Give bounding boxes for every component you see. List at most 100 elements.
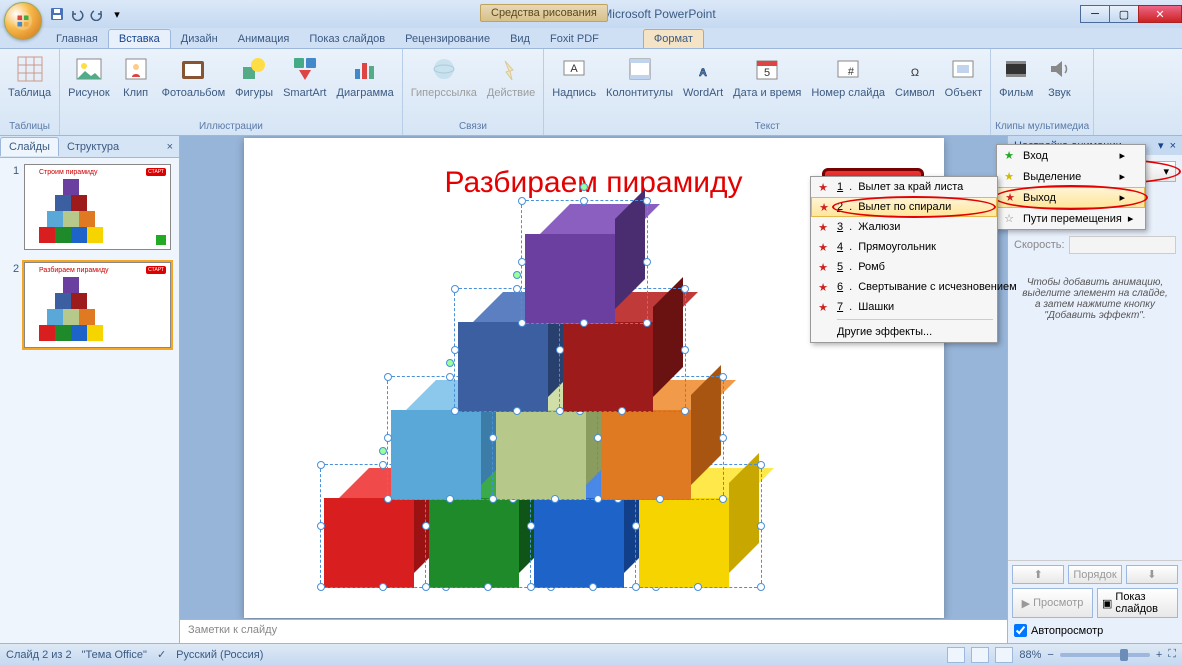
svg-text:Ω: Ω (911, 67, 919, 79)
close-anim-pane-icon[interactable]: × (1170, 140, 1176, 152)
photoalbum-icon (177, 53, 209, 85)
slide-thumbnail-1[interactable]: 1 Строим пирамиду СТАРТ (24, 164, 171, 250)
pyramid-shapes[interactable] (324, 238, 864, 588)
status-bar: Слайд 2 из 2 "Тема Office" ✓ Русский (Ро… (0, 643, 1182, 665)
maximize-button[interactable]: ▢ (1109, 5, 1139, 23)
red-star-icon: ★ (815, 219, 831, 235)
exit-item-7[interactable]: ★7. Шашки (811, 297, 997, 317)
minimize-button[interactable]: ─ (1080, 5, 1110, 23)
ribbon-group-tables: Таблица Таблицы (0, 49, 60, 135)
exit-item-2[interactable]: ★2. Вылет по спирали (811, 197, 997, 217)
movie-button[interactable]: Фильм (995, 51, 1037, 101)
action-button[interactable]: Действие (483, 51, 539, 101)
slideshow-view-button[interactable] (995, 647, 1013, 663)
tab-insert[interactable]: Вставка (108, 29, 171, 48)
spellcheck-icon[interactable]: ✓ (157, 648, 166, 661)
contextual-tab-label: Средства рисования (480, 4, 608, 22)
textbox-button[interactable]: AНадпись (548, 51, 600, 101)
normal-view-button[interactable] (947, 647, 965, 663)
language-label[interactable]: Русский (Россия) (176, 649, 263, 661)
shapes-button[interactable]: Фигуры (231, 51, 277, 101)
zoom-level[interactable]: 88% (1019, 649, 1041, 661)
tab-design[interactable]: Дизайн (171, 30, 228, 48)
theme-label: "Тема Office" (82, 649, 147, 661)
close-pane-icon[interactable]: × (161, 141, 179, 153)
ribbon: Таблица Таблицы Рисунок Клип Фотоальбом … (0, 48, 1182, 136)
sound-button[interactable]: Звук (1039, 51, 1079, 101)
shapes-icon (238, 53, 270, 85)
smartart-button[interactable]: SmartArt (279, 51, 330, 101)
object-icon (947, 53, 979, 85)
zoom-out-button[interactable]: − (1047, 649, 1053, 661)
office-button[interactable] (4, 2, 42, 40)
redo-icon[interactable] (88, 5, 106, 23)
symbol-icon: Ω (899, 53, 931, 85)
headerfooter-button[interactable]: Колонтитулы (602, 51, 677, 101)
tab-review[interactable]: Рецензирование (395, 30, 500, 48)
window-controls: ─ ▢ ✕ (1081, 5, 1182, 23)
annotation-oval-2 (994, 185, 1148, 210)
autopreview-checkbox[interactable]: Автопросмотр (1012, 622, 1178, 639)
red-star-icon: ★ (815, 179, 831, 195)
tab-animation[interactable]: Анимация (228, 30, 300, 48)
animation-controls: ⬆ Порядок ⬇ ▶Просмотр ▣Показ слайдов Авт… (1008, 560, 1182, 643)
sorter-view-button[interactable] (971, 647, 989, 663)
notes-pane[interactable]: Заметки к слайду (180, 619, 1007, 643)
symbol-button[interactable]: ΩСимвол (891, 51, 939, 101)
preview-button: ▶Просмотр (1012, 588, 1093, 618)
thumbnails-tabs: Слайды Структура × (0, 136, 179, 158)
title-bar: ▾ Строим пирамиду - Microsoft PowerPoint… (0, 0, 1182, 28)
exit-item-5[interactable]: ★5. Ромб (811, 257, 997, 277)
photoalbum-button[interactable]: Фотоальбом (158, 51, 230, 101)
table-button[interactable]: Таблица (4, 51, 55, 101)
save-icon[interactable] (48, 5, 66, 23)
clip-icon (120, 53, 152, 85)
datetime-button[interactable]: 5Дата и время (729, 51, 805, 101)
hyperlink-button[interactable]: Гиперссылка (407, 51, 481, 101)
slidenumber-button[interactable]: #Номер слайда (807, 51, 889, 101)
undo-icon[interactable] (68, 5, 86, 23)
menu-emphasis[interactable]: ★Выделение▸ (997, 166, 1145, 187)
tab-view[interactable]: Вид (500, 30, 540, 48)
chart-button[interactable]: Диаграмма (333, 51, 398, 101)
green-star-icon: ★ (1001, 148, 1017, 164)
object-button[interactable]: Объект (941, 51, 986, 101)
textbox-icon: A (558, 53, 590, 85)
ribbon-group-media: Фильм Звук Клипы мультимедиа (991, 49, 1094, 135)
tab-home[interactable]: Главная (46, 30, 108, 48)
ribbon-tabs: Главная Вставка Дизайн Анимация Показ сл… (0, 28, 1182, 48)
tab-format[interactable]: Формат (643, 29, 704, 48)
qat-customize-icon[interactable]: ▾ (108, 5, 126, 23)
tab-slideshow[interactable]: Показ слайдов (299, 30, 395, 48)
speed-dropdown (1069, 236, 1176, 254)
quick-access-toolbar: ▾ (48, 5, 126, 23)
path-star-icon: ☆ (1001, 211, 1017, 227)
tab-outline[interactable]: Структура (59, 138, 127, 156)
zoom-in-button[interactable]: + (1156, 649, 1162, 661)
exit-effects-menu: ★1. Вылет за край листа ★2. Вылет по спи… (810, 176, 998, 343)
effect-category-menu: ★Вход▸ ★Выделение▸ ★Выход▸ ☆Пути перемещ… (996, 144, 1146, 230)
picture-button[interactable]: Рисунок (64, 51, 114, 101)
picture-icon (73, 53, 105, 85)
close-button[interactable]: ✕ (1138, 5, 1182, 23)
exit-item-1[interactable]: ★1. Вылет за край листа (811, 177, 997, 197)
wordart-button[interactable]: AWordArt (679, 51, 727, 101)
menu-motion-paths[interactable]: ☆Пути перемещения▸ (997, 208, 1145, 229)
menu-entrance[interactable]: ★Вход▸ (997, 145, 1145, 166)
fit-button[interactable]: ⛶ (1168, 648, 1176, 661)
tab-slides[interactable]: Слайды (0, 137, 59, 156)
movie-icon (1000, 53, 1032, 85)
exit-item-4[interactable]: ★4. Прямоугольник (811, 237, 997, 257)
slide-thumbnail-2[interactable]: 2 Разбираем пирамиду СТАРТ (24, 262, 171, 348)
slideshow-button[interactable]: ▣Показ слайдов (1097, 588, 1178, 618)
clip-button[interactable]: Клип (116, 51, 156, 101)
headerfooter-icon (624, 53, 656, 85)
smartart-icon (289, 53, 321, 85)
exit-item-3[interactable]: ★3. Жалюзи (811, 217, 997, 237)
sound-icon (1043, 53, 1075, 85)
menu-exit[interactable]: ★Выход▸ (997, 187, 1145, 208)
exit-more-effects[interactable]: Другие эффекты... (811, 322, 997, 342)
zoom-slider[interactable] (1060, 653, 1150, 657)
tab-foxit[interactable]: Foxit PDF (540, 30, 609, 48)
exit-item-6[interactable]: ★6. Свертывание с исчезновением (811, 277, 997, 297)
